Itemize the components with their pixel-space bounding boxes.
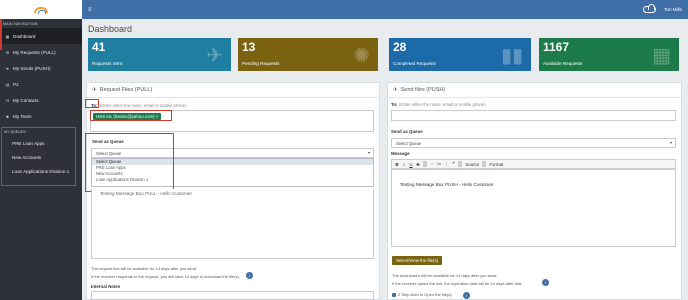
sidebar-item-label: My Requests (PULL): [13, 49, 56, 55]
message-editor[interactable]: Testing Message Box PULL - Hello Custome…: [91, 189, 374, 259]
numbered-list-button[interactable]: ≔: [437, 161, 441, 167]
stat-card-available[interactable]: 1167 Available Requests ▦: [539, 38, 679, 71]
panel-header: ✈ Request Files (PULL): [87, 83, 379, 98]
highlight-queue: [85, 133, 174, 192]
stat-card-requests-sent[interactable]: 41 Requests Sent ✈: [88, 38, 231, 71]
team-icon: ☻: [5, 113, 10, 119]
grid-icon: ▦: [652, 45, 671, 67]
user-name[interactable]: Tori Mills: [664, 7, 682, 12]
queue-item-loan-applications[interactable]: Loan Applications Division 1: [2, 164, 75, 178]
reply-note: If the receiver responds to the request,…: [91, 274, 240, 279]
to-label: To:: [391, 102, 398, 107]
bar-chart-icon: ▮▮: [500, 45, 523, 67]
sidebar-item-dashboard[interactable]: ▦ Dashboard: [0, 28, 82, 44]
download-note: The download's will be available for 14 …: [392, 273, 498, 278]
top-right: Tori Mills: [643, 4, 682, 13]
bulleted-list-button[interactable]: ⫶: [444, 162, 448, 167]
sidebar-item-p2[interactable]: ▤ P2: [0, 76, 82, 92]
sidebar-item-label: My Sends (PUSH): [13, 65, 51, 71]
expire-note: If the receiver opens the link, the expi…: [392, 281, 523, 286]
sidebar-item-label: My Contacts: [13, 97, 39, 103]
blockquote-button[interactable]: ❝: [451, 161, 455, 167]
sidebar-item-my-contacts[interactable]: ☷ My Contacts: [0, 92, 82, 108]
toolbar-divider: [423, 161, 427, 167]
bold-button[interactable]: B: [395, 162, 399, 167]
source-button[interactable]: Source: [465, 162, 479, 167]
send-as-queue-label: Send as Queue: [391, 129, 423, 134]
top-bar: ≡ Tori Mills: [82, 0, 688, 19]
brand-logo: [34, 6, 48, 14]
italic-button[interactable]: I: [402, 162, 406, 167]
to-hint: (Enter either the name, email or mobile …: [399, 102, 486, 107]
dashboard-icon: ▦: [5, 33, 10, 39]
internal-notes-label: Internal Notes: [91, 284, 121, 289]
sidebar-item-label: My Team: [13, 113, 32, 119]
message-text: Testing Message Box PUSH - Hello Custome…: [400, 182, 494, 187]
info-icon[interactable]: i: [463, 292, 470, 299]
my-queues-section: MY QUEUES PRE Loan Apps New Accounts Loa…: [1, 127, 76, 186]
paper-plane-icon: ✈: [206, 45, 223, 67]
internal-notes-field[interactable]: [91, 291, 374, 300]
message-editor[interactable]: Testing Message Box PUSH - Hello Custome…: [391, 169, 676, 247]
underline-button[interactable]: U: [409, 162, 413, 167]
logo-area: [0, 0, 82, 19]
page-title: Dashboard: [88, 24, 133, 34]
chevron-down-icon: ▾: [367, 150, 370, 155]
link-note: The request link will be available for 1…: [91, 266, 198, 271]
highlight-marker: [0, 19, 2, 50]
two-step-label: 2 Step Auth to Open the file(s): [398, 292, 452, 297]
strike-button[interactable]: S: [416, 162, 420, 167]
panel-header: ✈ Send files (PUSH): [388, 83, 681, 98]
queue-select[interactable]: Select Queue ▾: [391, 138, 676, 148]
editor-toolbar: B I U S ⁃ ≔ ⫶ ❝ Source Format: [391, 159, 676, 169]
queue-select-value: Select Queue: [396, 141, 422, 146]
to-recipients-field[interactable]: [391, 110, 676, 121]
info-icon[interactable]: i: [542, 279, 549, 286]
spinner-icon: ✺: [353, 45, 370, 67]
toolbar-divider: [482, 161, 487, 167]
send-icon: ➤: [5, 65, 10, 71]
menu-toggle-icon[interactable]: ≡: [88, 7, 92, 13]
paper-plane-icon: ✈: [92, 87, 97, 93]
sidebar-item-my-team[interactable]: ☻ My Team: [0, 108, 82, 124]
queue-item-new-accounts[interactable]: New Accounts: [2, 150, 75, 164]
inbox-icon: ✉: [5, 49, 10, 55]
stat-card-completed[interactable]: 28 Completed Requests ▮▮: [389, 38, 531, 71]
sidebar-item-label: Dashboard: [13, 33, 36, 39]
send-icon: ✈: [393, 87, 398, 93]
select-files-button[interactable]: Select/View the file(s): [392, 256, 443, 265]
chevron-down-icon: ▾: [669, 140, 672, 145]
message-text: Testing Message Box PULL - Hello Custome…: [100, 191, 192, 196]
to-hint: (Enter either the name, email or mobile …: [100, 103, 187, 108]
sidebar-item-my-requests[interactable]: ✉ My Requests (PULL): [0, 44, 82, 60]
sidebar-item-label: P2: [13, 81, 19, 87]
panel-title: Send files (PUSH): [400, 87, 446, 93]
panel-title: Request Files (PULL): [99, 87, 153, 93]
highlight-chip: [90, 110, 172, 121]
contacts-icon: ☷: [5, 97, 10, 103]
toolbar-divider: [458, 161, 463, 167]
format-dropdown[interactable]: Format: [489, 162, 503, 167]
two-step-checkbox[interactable]: [392, 293, 396, 297]
sidebar-item-my-sends[interactable]: ➤ My Sends (PUSH): [0, 60, 82, 76]
highlight-to: [85, 99, 99, 108]
cloud-icon[interactable]: [643, 4, 657, 13]
remove-format-button[interactable]: ⁃: [430, 161, 434, 167]
nav-header: MAIN NAVIGATION: [3, 22, 38, 26]
queue-item-pre-loan-apps[interactable]: PRE Loan Apps: [2, 136, 75, 150]
info-icon[interactable]: i: [246, 272, 253, 279]
stat-card-pending[interactable]: 13 Pending Requests ✺: [238, 38, 378, 71]
message-label: Message: [391, 151, 410, 156]
queues-label: MY QUEUES: [4, 130, 26, 134]
file-icon: ▤: [5, 81, 10, 87]
